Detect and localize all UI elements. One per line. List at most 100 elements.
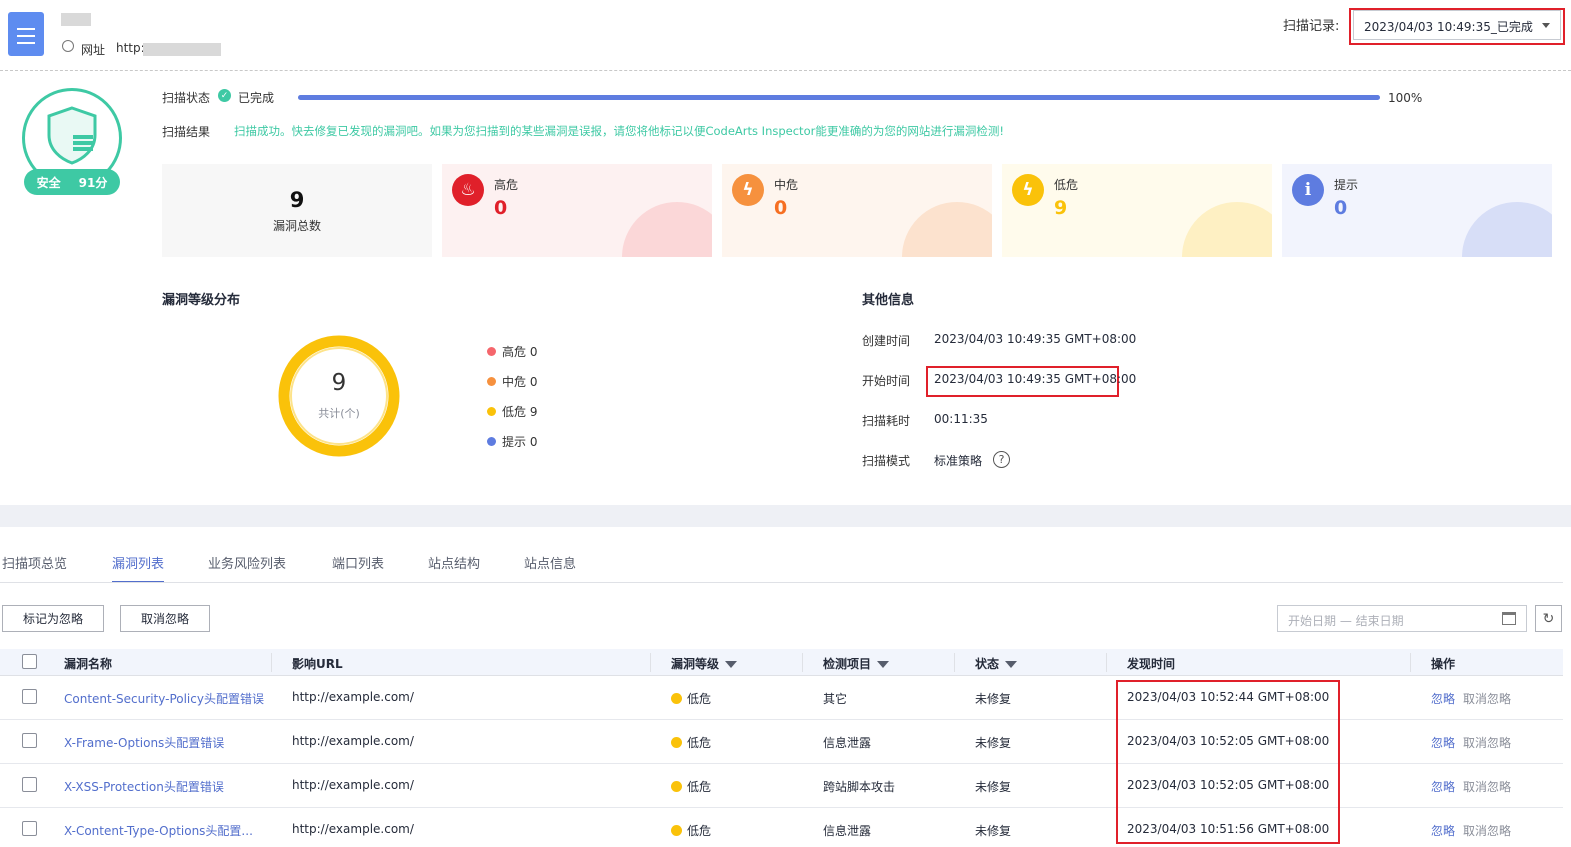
vuln-url: http://example.com/ [292, 734, 414, 748]
scan-mode-value: 标准策略 [934, 454, 983, 468]
donut-total-label: 共计(个) [318, 407, 360, 420]
col-status: 状态 [975, 655, 1018, 672]
created-time-label: 创建时间 [862, 334, 911, 348]
site-name-redacted [61, 13, 91, 26]
row-checkbox[interactable] [22, 777, 37, 792]
tab-site-info[interactable]: 站点信息 [524, 553, 576, 581]
row-actions: 忽略 取消忽略 [1431, 822, 1511, 839]
tab-port-list[interactable]: 端口列表 [332, 553, 384, 581]
col-url: 影响URL [292, 655, 343, 672]
legend-label: 高危 0 [502, 345, 538, 359]
filter-icon[interactable] [877, 661, 890, 668]
ignore-link[interactable]: 忽略 [1431, 692, 1455, 706]
table-header: 漏洞名称 影响URL 漏洞等级 检测项目 状态 发现时间 操作 [0, 649, 1563, 676]
col-separator [1106, 653, 1107, 672]
vuln-level-label: 低危 [687, 736, 712, 750]
vuln-item: 信息泄露 [823, 824, 872, 838]
col-separator [650, 653, 651, 672]
legend-medium: 中危 0 [487, 373, 537, 390]
section-divider [0, 505, 1571, 527]
vuln-name-link[interactable]: X-Content-Type-Options头配置... [64, 822, 253, 839]
legend-high: 高危 0 [487, 343, 537, 360]
ignore-link[interactable]: 忽略 [1431, 824, 1455, 838]
card-hint[interactable]: i 提示 0 [1282, 164, 1552, 257]
scan-progress-text: 100% [1388, 91, 1423, 105]
medium-count: 0 [774, 197, 788, 219]
other-info-title: 其他信息 [862, 293, 915, 308]
start-time-label: 开始时间 [862, 374, 911, 388]
cancel-ignore-link[interactable]: 取消忽略 [1463, 780, 1511, 794]
select-all-checkbox[interactable] [22, 654, 37, 669]
legend-label: 低危 9 [502, 405, 538, 419]
lightning-icon [671, 737, 682, 748]
tab-site-structure[interactable]: 站点结构 [428, 553, 480, 581]
distribution-donut [278, 335, 400, 457]
low-label: 低危 [1054, 178, 1079, 192]
legend-label: 中危 0 [502, 375, 538, 389]
cancel-ignore-link[interactable]: 取消忽略 [1463, 824, 1511, 838]
scan-progress-fill [298, 95, 1380, 100]
vuln-level: 低危 [671, 690, 711, 707]
distribution-title: 漏洞等级分布 [162, 293, 241, 308]
row-checkbox[interactable] [22, 733, 37, 748]
vuln-level: 低危 [671, 778, 711, 795]
tab-business-risk[interactable]: 业务风险列表 [208, 553, 286, 581]
col-time-label: 发现时间 [1127, 657, 1176, 671]
card-low[interactable]: ϟ 低危 9 [1002, 164, 1272, 257]
tab-divider [0, 582, 1563, 583]
date-range-input[interactable]: 开始日期 — 结束日期 [1277, 605, 1527, 632]
vuln-level-label: 低危 [687, 780, 712, 794]
scan-status-label: 扫描状态 [162, 91, 211, 105]
vuln-url: http://example.com/ [292, 778, 414, 792]
legend-dot [487, 437, 496, 446]
vuln-url: http://example.com/ [292, 690, 414, 704]
info-watermark-icon [1462, 202, 1552, 257]
cancel-ignore-button[interactable]: 取消忽略 [120, 605, 210, 632]
scan-status-value: 已完成 [238, 91, 275, 105]
help-icon[interactable]: ? [993, 451, 1010, 468]
cancel-ignore-link[interactable]: 取消忽略 [1463, 692, 1511, 706]
refresh-button[interactable]: ↻ [1535, 605, 1562, 632]
tab-scan-overview[interactable]: 扫描项总览 [2, 553, 67, 581]
col-name-label: 漏洞名称 [64, 657, 113, 671]
lightning-icon: ϟ [1012, 174, 1044, 206]
vuln-status: 未修复 [975, 736, 1012, 750]
row-actions: 忽略 取消忽略 [1431, 734, 1511, 751]
card-medium[interactable]: ϟ 中危 0 [722, 164, 992, 257]
tab-vulnerability-list[interactable]: 漏洞列表 [112, 553, 165, 583]
legend-hint: 提示 0 [487, 433, 537, 450]
ignore-link[interactable]: 忽略 [1431, 780, 1455, 794]
vuln-item: 信息泄露 [823, 736, 872, 750]
row-actions: 忽略 取消忽略 [1431, 690, 1511, 707]
vuln-level: 低危 [671, 822, 711, 839]
lightning-icon: ϟ [732, 174, 764, 206]
start-time-value: 2023/04/03 10:49:35 GMT+08:00 [934, 372, 1137, 386]
vuln-name-link[interactable]: X-Frame-Options头配置错误 [64, 734, 224, 751]
col-separator [1410, 653, 1411, 672]
created-time-value: 2023/04/03 10:49:35 GMT+08:00 [934, 332, 1137, 346]
info-icon: i [1292, 174, 1324, 206]
vuln-status: 未修复 [975, 692, 1012, 706]
scan-record-select[interactable]: 2023/04/03 10:49:35_已完成 [1353, 10, 1561, 40]
ignore-link[interactable]: 忽略 [1431, 736, 1455, 750]
vuln-url: http://example.com/ [292, 822, 414, 836]
filter-icon[interactable] [725, 661, 738, 668]
check-circle-icon: ✓ [218, 89, 231, 102]
card-high[interactable]: ♨ 高危 0 [442, 164, 712, 257]
vuln-name-link[interactable]: Content-Security-Policy头配置错误 [64, 690, 264, 707]
vuln-status: 未修复 [975, 780, 1012, 794]
fire-watermark-icon [622, 202, 712, 257]
filter-icon[interactable] [1005, 661, 1018, 668]
vuln-name-link[interactable]: X-XSS-Protection头配置错误 [64, 778, 224, 795]
row-checkbox[interactable] [22, 821, 37, 836]
cancel-ignore-link[interactable]: 取消忽略 [1463, 736, 1511, 750]
row-checkbox[interactable] [22, 689, 37, 704]
col-level-label: 漏洞等级 [671, 657, 720, 671]
lightning-watermark-icon [1182, 202, 1272, 257]
col-level: 漏洞等级 [671, 655, 738, 672]
mark-ignore-button[interactable]: 标记为忽略 [2, 605, 104, 632]
discovery-time-highlight [1116, 680, 1340, 844]
header-divider [0, 70, 1571, 71]
scan-progress-bar [298, 95, 1380, 100]
document-icon [8, 12, 44, 56]
